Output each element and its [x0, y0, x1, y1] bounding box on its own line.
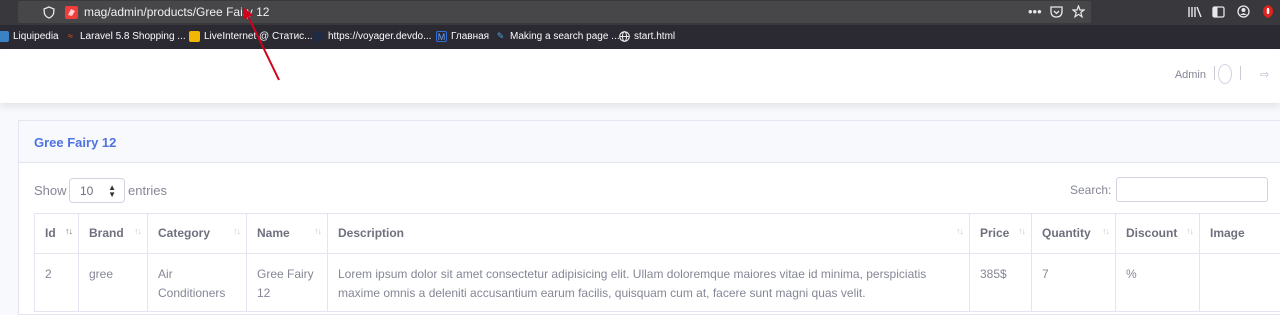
select-arrows-icon: ▲ ▼ — [108, 183, 116, 199]
cell-price: 385$ — [969, 253, 1032, 312]
cell-quantity: 7 — [1031, 253, 1116, 312]
liquipedia-icon — [0, 31, 9, 42]
page-actions-icon[interactable]: ••• — [1028, 5, 1042, 19]
pen-icon: ✎ — [496, 31, 505, 41]
laravel-icon: ≈ — [68, 31, 73, 41]
bookmark-liquipedia[interactable]: Liquipedia — [0, 31, 59, 42]
star-icon[interactable] — [1072, 5, 1085, 18]
bookmark-label: Главная — [451, 31, 490, 42]
card-header: Gree Fairy 12 — [19, 121, 1280, 163]
sort-icon: ↑↓ — [233, 226, 241, 236]
page-length-value: 10 — [80, 184, 94, 198]
entries-label: entries — [128, 183, 168, 198]
sort-asc-icon: ↑↓ — [65, 226, 73, 236]
extension-icon[interactable] — [1262, 4, 1274, 19]
table-header-row: Id ↑↓ Brand ↑↓ Category ↑↓ Name ↑↓ Descripti… — [34, 213, 1280, 254]
column-header-description[interactable]: Description ↑↓ — [327, 213, 970, 254]
logout-icon[interactable]: ⇨ — [1260, 68, 1269, 81]
column-header-quantity[interactable]: Quantity ↑↓ — [1031, 213, 1116, 254]
bookmark-start[interactable]: start.html — [619, 31, 675, 42]
bookmark-label: Making a search page ... — [510, 31, 620, 42]
pocket-icon[interactable] — [1050, 6, 1063, 18]
product-card: Gree Fairy 12 Show 10 ▲ ▼ entries Search:… — [18, 120, 1280, 315]
sort-icon: ↑↓ — [1186, 226, 1194, 236]
sort-icon: ↑↓ — [1102, 226, 1110, 236]
admin-topbar: Admin ⇨ — [0, 49, 1280, 103]
column-header-brand[interactable]: Brand ↑↓ — [78, 213, 148, 254]
sidebar-icon[interactable] — [1212, 6, 1225, 18]
column-header-id[interactable]: Id ↑↓ — [34, 213, 79, 254]
bookmark-voyager[interactable]: https://voyager.devdo... — [313, 31, 431, 42]
cell-brand: gree — [78, 253, 148, 312]
bookmark-label: Laravel 5.8 Shopping ... — [80, 31, 186, 42]
cell-image — [1199, 253, 1280, 312]
divider — [1240, 66, 1241, 80]
bookmark-liveinternet[interactable]: LiveInternet @ Статис... — [189, 31, 313, 42]
column-header-name[interactable]: Name ↑↓ — [246, 213, 328, 254]
search-label: Search: — [1070, 183, 1112, 197]
user-name[interactable]: Admin — [1175, 69, 1206, 81]
bookmark-search-page[interactable]: ✎ Making a search page ... — [495, 31, 620, 42]
cell-category: Air Conditioners — [147, 253, 247, 312]
product-image — [1201, 257, 1269, 273]
bookmark-main[interactable]: M Главная — [436, 31, 489, 42]
cell-discount: % — [1115, 253, 1200, 312]
browser-toolbar: mag/admin/products/Gree Fairy 12 ••• — [0, 0, 1280, 25]
voyager-icon — [313, 31, 324, 42]
column-header-category[interactable]: Category ↑↓ — [147, 213, 247, 254]
products-table: Id ↑↓ Brand ↑↓ Category ↑↓ Name ↑↓ Descripti… — [34, 213, 1280, 312]
bookmark-label: Liquipedia — [13, 31, 59, 42]
sort-icon: ↑↓ — [314, 226, 322, 236]
bookmark-label: LiveInternet @ Статис... — [204, 31, 313, 42]
column-header-image[interactable]: Image — [1199, 213, 1280, 254]
card-title: Gree Fairy 12 — [34, 135, 117, 150]
search-input[interactable] — [1116, 177, 1268, 202]
sort-icon: ↑↓ — [956, 226, 964, 236]
m-icon: M — [436, 31, 447, 42]
library-icon[interactable] — [1188, 6, 1202, 18]
sort-icon: ↑↓ — [1018, 226, 1026, 236]
shield-icon[interactable] — [43, 6, 55, 19]
globe-icon — [619, 31, 630, 42]
cell-description: Lorem ipsum dolor sit amet consectetur a… — [327, 253, 970, 312]
site-favicon-icon — [65, 6, 78, 19]
account-icon[interactable] — [1237, 5, 1250, 18]
show-label: Show — [34, 183, 67, 198]
sort-icon: ↑↓ — [134, 226, 142, 236]
cell-id: 2 — [34, 253, 79, 312]
avatar[interactable] — [1218, 64, 1232, 84]
bookmark-label: start.html — [634, 31, 676, 42]
liveinternet-icon — [189, 31, 200, 42]
bookmarks-toolbar: Liquipedia ≈ Laravel 5.8 Shopping ... Li… — [0, 25, 1280, 49]
divider — [1214, 66, 1215, 80]
cell-name: Gree Fairy 12 — [246, 253, 328, 312]
page-length-select[interactable]: 10 ▲ ▼ — [69, 178, 125, 203]
bookmark-label: https://voyager.devdo... — [328, 31, 432, 42]
column-header-price[interactable]: Price ↑↓ — [969, 213, 1032, 254]
column-header-discount[interactable]: Discount ↑↓ — [1115, 213, 1200, 254]
bookmark-laravel[interactable]: ≈ Laravel 5.8 Shopping ... — [65, 31, 186, 42]
url-text[interactable]: mag/admin/products/Gree Fairy 12 — [84, 5, 269, 19]
table-row: 2 gree Air Conditioners Gree Fairy 12 Lo… — [34, 253, 1280, 312]
address-bar[interactable]: mag/admin/products/Gree Fairy 12 ••• — [18, 1, 1091, 23]
